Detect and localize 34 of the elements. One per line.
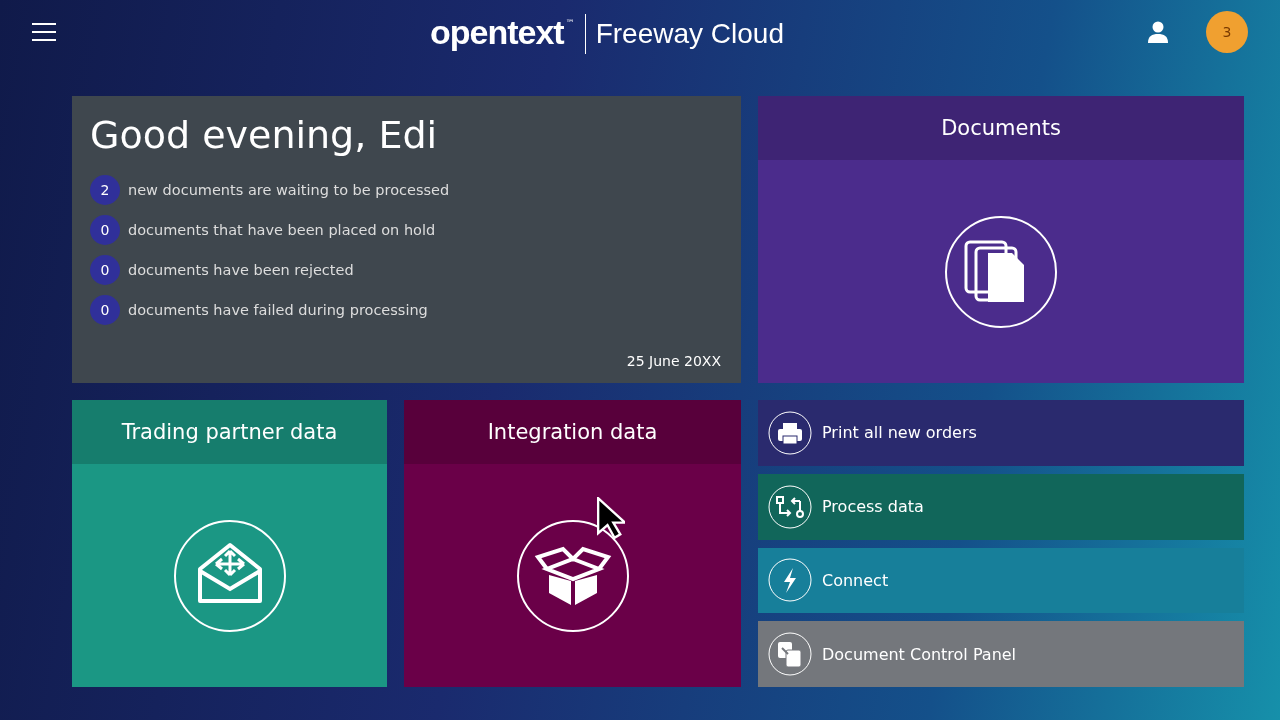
tile-title: Trading partner data bbox=[72, 400, 387, 464]
menu-icon[interactable] bbox=[32, 22, 56, 42]
stat-text: documents have failed during processing bbox=[128, 302, 428, 318]
trademark-mark: ™ bbox=[565, 18, 575, 28]
stat-text: documents have been rejected bbox=[128, 262, 354, 278]
cursor-icon bbox=[597, 497, 625, 539]
box-icon bbox=[515, 518, 630, 633]
tile-title: Integration data bbox=[404, 400, 741, 464]
action-button[interactable]: Print all new orders bbox=[758, 400, 1244, 466]
logo-text: opentext bbox=[430, 12, 564, 52]
action-button[interactable]: Document Control Panel bbox=[758, 621, 1244, 687]
product-name: Freeway Cloud bbox=[584, 14, 784, 54]
count-badge: 0 bbox=[90, 295, 120, 325]
process-flow-icon bbox=[768, 484, 812, 529]
tile[interactable]: Documents bbox=[758, 96, 1244, 383]
count-badge: 2 bbox=[90, 175, 120, 205]
tile[interactable]: Trading partner data bbox=[72, 400, 387, 687]
notification-badge[interactable]: 3 bbox=[1206, 11, 1248, 53]
greeting: Good evening, Edi bbox=[90, 112, 439, 159]
user-icon[interactable] bbox=[1148, 21, 1168, 43]
count-badge: 0 bbox=[90, 255, 120, 285]
action-button[interactable]: Connect bbox=[758, 547, 1244, 614]
tile-title: Documents bbox=[758, 96, 1244, 160]
count-badge: 0 bbox=[90, 215, 120, 245]
tile[interactable]: Integration data bbox=[404, 400, 741, 687]
envelope-icon bbox=[172, 518, 287, 633]
lightning-icon bbox=[768, 558, 812, 603]
action-button[interactable]: Process data bbox=[758, 473, 1244, 540]
stat-text: documents that have been placed on hold bbox=[128, 222, 436, 238]
stat-text: new documents are waiting to be processed bbox=[128, 182, 450, 198]
documents-icon bbox=[944, 214, 1058, 329]
printer-icon bbox=[768, 410, 812, 455]
documents-exchange-icon bbox=[768, 632, 812, 677]
date-text: 25 June 20XX bbox=[626, 353, 721, 369]
